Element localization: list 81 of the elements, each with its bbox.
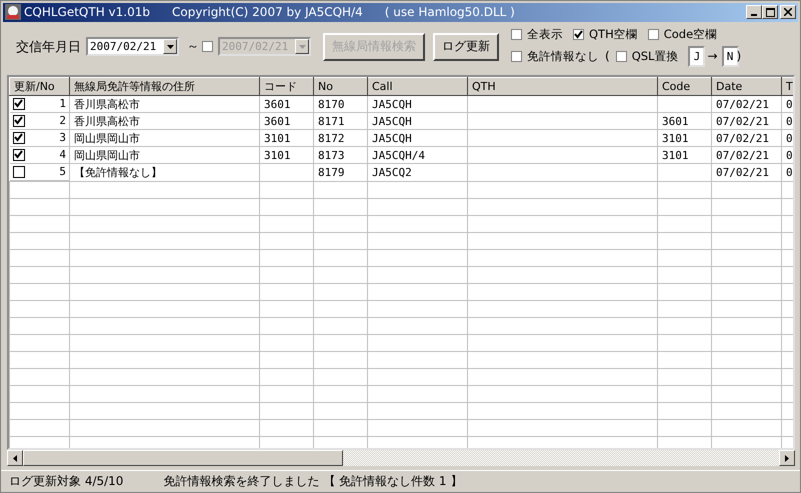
- table-cell: 【免許情報なし】: [70, 164, 260, 182]
- row-checkbox[interactable]: [12, 114, 24, 127]
- table-cell: 岡山県岡山市: [70, 146, 260, 164]
- date-label: 交信年月日: [16, 38, 81, 56]
- date-to-checkbox[interactable]: [202, 41, 213, 52]
- open-paren: (: [605, 49, 610, 64]
- column-header[interactable]: コード: [260, 77, 314, 96]
- table-cell: [658, 95, 712, 113]
- checkmark-icon: [574, 30, 583, 39]
- table-cell: 香川県高松市: [70, 112, 260, 130]
- scroll-left-button[interactable]: [7, 450, 23, 466]
- table-cell: 3601: [260, 112, 314, 130]
- window-title: CQHLGetQTH v1.01b: [24, 5, 150, 20]
- table-cell: 8171: [314, 112, 368, 130]
- row-number: 1: [59, 97, 66, 110]
- minimize-button[interactable]: [746, 5, 762, 20]
- row-checkbox[interactable]: [12, 166, 24, 178]
- right-arrow-icon: [785, 454, 789, 462]
- row-number: 5: [59, 165, 66, 178]
- date-from-dropdown[interactable]: 2007/02/21: [86, 37, 179, 56]
- row-checkbox[interactable]: [12, 148, 24, 161]
- table-cell: 3101: [658, 146, 712, 164]
- table-cell: JA5CQH: [368, 95, 468, 113]
- table-cell: JA5CQ2: [368, 164, 468, 182]
- qsl-replace-checkbox[interactable]: QSL置換: [616, 48, 678, 64]
- close-paren: ): [736, 49, 742, 64]
- row-number: 3: [59, 131, 66, 144]
- row-number: 2: [59, 114, 66, 128]
- table-cell: 香川県高松市: [70, 95, 260, 113]
- status-message: 免許情報検索を終了しました 【 免許情報なし件数 1 】: [163, 473, 462, 490]
- column-header[interactable]: Date: [712, 77, 782, 96]
- table-cell: 8172: [314, 130, 368, 147]
- row-number: 4: [59, 148, 66, 162]
- table-cell: 岡山県岡山市: [70, 130, 260, 147]
- column-header[interactable]: Code: [658, 77, 712, 96]
- caret-icon: [298, 44, 306, 49]
- table-cell: 07/02/21: [712, 130, 782, 147]
- column-header[interactable]: No: [314, 77, 368, 96]
- table-cell: 3101: [658, 130, 712, 147]
- caret-icon: [166, 44, 174, 49]
- left-arrow-icon: [13, 454, 17, 462]
- table-cell: 3101: [260, 130, 314, 147]
- column-header[interactable]: 無線局免許等情報の住所: [70, 77, 260, 96]
- table-cell: 07/02/21: [712, 112, 782, 130]
- option-checkbox[interactable]: Code空欄: [648, 26, 718, 42]
- close-icon: [784, 8, 792, 16]
- option-checkbox[interactable]: QTH空欄: [573, 26, 638, 42]
- range-separator: ～: [187, 38, 199, 56]
- table-cell: 3101: [260, 146, 314, 164]
- column-header[interactable]: T: [782, 77, 793, 96]
- table-cell: JA5CQH/4: [368, 146, 468, 164]
- row-checkbox[interactable]: [12, 98, 24, 110]
- table-cell: 3601: [658, 112, 712, 130]
- column-header[interactable]: 更新/No: [10, 77, 70, 96]
- column-header[interactable]: QTH: [468, 77, 658, 96]
- maximize-icon: [766, 8, 774, 17]
- app-icon: [5, 4, 21, 20]
- scrollbar-thumb[interactable]: [23, 450, 343, 466]
- dll-note: ( use Hamlog50.DLL ): [384, 5, 515, 20]
- table-cell: JA5CQH: [368, 130, 468, 147]
- table-cell: 07/02/21: [712, 146, 782, 164]
- update-button[interactable]: ログ更新: [433, 32, 499, 61]
- copyright-text: Copyright(C) 2007 by JA5CQH/4: [172, 5, 363, 20]
- table-cell: 07/02/21: [712, 164, 782, 182]
- column-header[interactable]: Call: [368, 77, 468, 96]
- row-checkbox[interactable]: [12, 132, 24, 144]
- table-cell: 07/02/21: [712, 95, 782, 113]
- horizontal-scrollbar[interactable]: [7, 450, 795, 466]
- arrow-text: →: [707, 49, 718, 64]
- table-cell: 8173: [314, 146, 368, 164]
- maximize-button[interactable]: [762, 5, 778, 20]
- replace-from-field[interactable]: J: [688, 46, 706, 67]
- scroll-right-button[interactable]: [779, 450, 795, 466]
- close-button[interactable]: [780, 5, 796, 20]
- option-checkbox[interactable]: 免許情報なし: [511, 48, 599, 64]
- option-checkbox[interactable]: 全表示: [511, 26, 563, 42]
- status-count: ログ更新対象 4/5/10: [9, 473, 124, 490]
- table-cell: 8170: [314, 95, 368, 113]
- table-cell: JA5CQH: [368, 112, 468, 130]
- table-cell: 8179: [314, 164, 368, 182]
- table-cell: 3601: [260, 95, 314, 113]
